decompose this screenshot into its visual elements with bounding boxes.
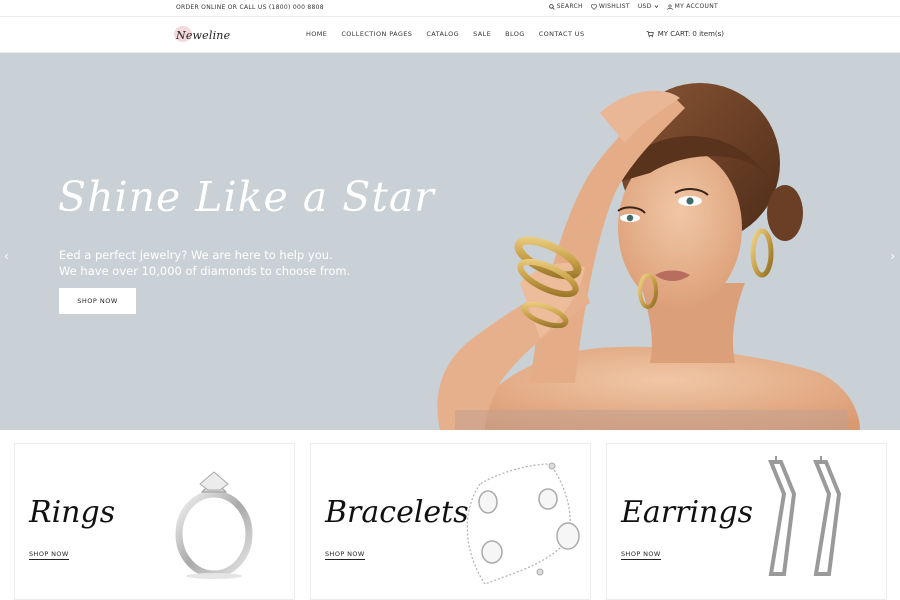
collection-title: Earrings	[621, 495, 753, 530]
collection-shop-now-link[interactable]: SHOP NOW	[621, 550, 661, 560]
hero-model-image	[437, 83, 860, 430]
collection-title: Bracelets	[325, 495, 469, 530]
heart-icon	[590, 3, 597, 10]
chevron-right-icon[interactable]: ›	[890, 249, 895, 263]
top-utility-bar: ORDER ONLINE OR CALL US (1800) 000 8808 …	[0, 0, 900, 17]
wishlist-link[interactable]: WISHLIST	[590, 3, 630, 10]
hero-banner: Shine Like a Star Eed a perfect jewelry?…	[0, 53, 900, 430]
nav-collection-pages[interactable]: COLLECTION PAGES	[341, 30, 412, 38]
earrings-image	[768, 456, 842, 576]
nav-home[interactable]: HOME	[306, 30, 327, 38]
main-nav: HOME COLLECTION PAGES CATALOG SALE BLOG …	[306, 30, 584, 38]
nav-blog[interactable]: BLOG	[505, 30, 525, 38]
hero-subtitle: Eed a perfect jewelry? We are here to he…	[59, 247, 350, 279]
cart-icon	[646, 30, 654, 38]
user-icon	[666, 3, 673, 10]
collection-card-earrings[interactable]: Earrings SHOP NOW	[606, 443, 887, 600]
utility-links: SEARCH WISHLIST USD MY ACCOUNT	[548, 3, 718, 10]
collection-title: Rings	[29, 495, 116, 530]
currency-select[interactable]: USD	[638, 3, 659, 10]
nav-catalog[interactable]: CATALOG	[426, 30, 459, 38]
nav-contact-us[interactable]: CONTACT US	[539, 30, 585, 38]
hero-shop-now-button[interactable]: SHOP NOW	[59, 288, 136, 314]
wishlist-label: WISHLIST	[598, 3, 630, 10]
cart-label: MY CART: 0 item(s)	[657, 30, 724, 38]
main-header: Neweline HOME COLLECTION PAGES CATALOG S…	[0, 17, 900, 53]
chevron-left-icon[interactable]: ‹	[4, 249, 9, 263]
currency-label: USD	[637, 3, 652, 10]
collection-shop-now-link[interactable]: SHOP NOW	[325, 550, 365, 560]
search-link[interactable]: SEARCH	[548, 3, 583, 10]
account-link[interactable]: MY ACCOUNT	[666, 3, 718, 10]
ring-image	[175, 471, 253, 579]
order-phone-text: ORDER ONLINE OR CALL US (1800) 000 8808	[176, 4, 324, 11]
hero-subtitle-line-2: We have over 10,000 of diamonds to choos…	[59, 264, 351, 278]
collection-card-rings[interactable]: Rings SHOP NOW	[14, 443, 295, 600]
cart-link[interactable]: MY CART: 0 item(s)	[646, 30, 724, 38]
hero-subtitle-line-1: Eed a perfect jewelry? We are here to he…	[59, 248, 333, 262]
account-label: MY ACCOUNT	[674, 3, 718, 10]
logo-text: Neweline	[176, 28, 231, 42]
collection-cards: Rings SHOP NOW Bracelets SHOP NOW Earrin…	[14, 443, 887, 600]
collection-card-bracelets[interactable]: Bracelets SHOP NOW	[310, 443, 591, 600]
nav-sale[interactable]: SALE	[473, 30, 491, 38]
logo[interactable]: Neweline	[174, 26, 231, 44]
hero-title: Shine Like a Star	[58, 173, 435, 221]
search-icon	[548, 3, 555, 10]
collection-shop-now-link[interactable]: SHOP NOW	[29, 550, 69, 560]
chevron-down-icon	[654, 5, 658, 9]
search-label: SEARCH	[556, 3, 583, 10]
